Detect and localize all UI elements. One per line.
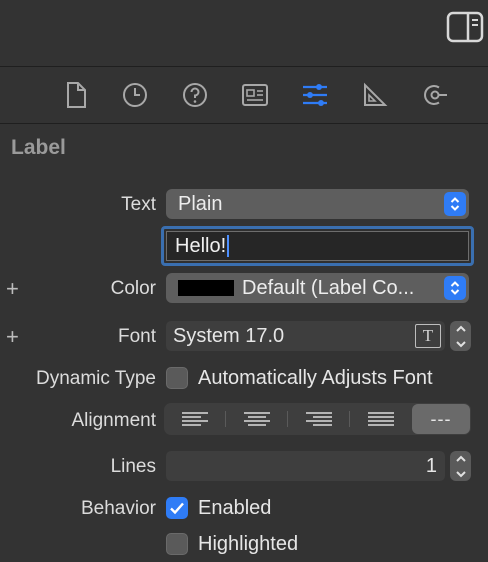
alignment-label: Alignment: [71, 410, 157, 431]
sidebar-right-icon[interactable]: [446, 11, 484, 43]
lines-label: Lines: [110, 456, 156, 477]
enabled-checkbox[interactable]: [166, 497, 188, 519]
add-color-variation-button[interactable]: +: [6, 276, 19, 302]
font-size-stepper[interactable]: [450, 321, 471, 351]
label-text-value: Hello!: [175, 234, 227, 257]
label-text-field[interactable]: Hello!: [161, 226, 474, 266]
checkmark-icon: [170, 502, 184, 515]
chevron-up-icon[interactable]: [455, 455, 467, 463]
ruler-icon[interactable]: [358, 79, 392, 111]
sliders-icon[interactable]: [298, 79, 332, 111]
text-type-popup[interactable]: Plain: [166, 189, 469, 219]
dynamic-type-checkbox[interactable]: [166, 367, 188, 389]
color-popup[interactable]: Default (Label Co...: [166, 273, 469, 303]
lines-value: 1: [425, 454, 437, 477]
font-label: Font: [117, 326, 156, 347]
color-swatch: [178, 280, 234, 296]
lines-field[interactable]: 1: [166, 451, 445, 481]
highlighted-checkbox-label[interactable]: Highlighted: [198, 533, 298, 556]
align-justified-icon: [367, 412, 394, 426]
align-center-icon: [243, 412, 270, 426]
font-field[interactable]: System 17.0 T: [166, 321, 445, 351]
align-left-icon: [181, 412, 208, 426]
text-type-value: Plain: [178, 192, 223, 215]
chevron-up-down-icon: [444, 192, 466, 216]
align-right-icon: [305, 412, 332, 426]
align-right-button[interactable]: [288, 403, 349, 435]
clock-icon[interactable]: [118, 79, 152, 111]
align-justified-button[interactable]: [350, 403, 411, 435]
highlighted-checkbox[interactable]: [166, 533, 188, 555]
file-icon[interactable]: [59, 79, 93, 111]
align-center-button[interactable]: [226, 403, 287, 435]
alignment-segmented-control: ---: [164, 403, 471, 435]
text-caret: [227, 235, 230, 257]
inspector-tab-bar: [0, 67, 488, 124]
font-value: System 17.0: [173, 324, 285, 347]
behavior-label: Behavior: [81, 498, 156, 519]
help-icon[interactable]: [178, 79, 212, 111]
chevron-up-down-icon: [444, 276, 466, 300]
font-picker-icon[interactable]: T: [415, 324, 441, 348]
chevron-up-icon[interactable]: [455, 325, 467, 333]
dynamic-type-checkbox-label[interactable]: Automatically Adjusts Font: [198, 367, 433, 390]
align-natural-button[interactable]: ---: [412, 404, 470, 434]
chevron-down-icon[interactable]: [455, 470, 467, 478]
add-font-variation-button[interactable]: +: [6, 324, 19, 350]
label-text-field-content: Hello!: [166, 231, 469, 261]
lines-stepper[interactable]: [450, 451, 471, 481]
enabled-checkbox-label[interactable]: Enabled: [198, 497, 271, 520]
color-label: Color: [110, 278, 156, 299]
section-title: Label: [11, 136, 66, 159]
chevron-down-icon[interactable]: [455, 340, 467, 348]
align-left-button[interactable]: [164, 403, 225, 435]
connections-icon[interactable]: [418, 79, 452, 111]
dynamic-type-label: Dynamic Type: [35, 368, 156, 389]
text-label: Text: [121, 194, 156, 215]
inspector-top-bar: [0, 0, 488, 67]
color-value: Default (Label Co...: [242, 276, 415, 299]
identity-card-icon[interactable]: [238, 79, 272, 111]
